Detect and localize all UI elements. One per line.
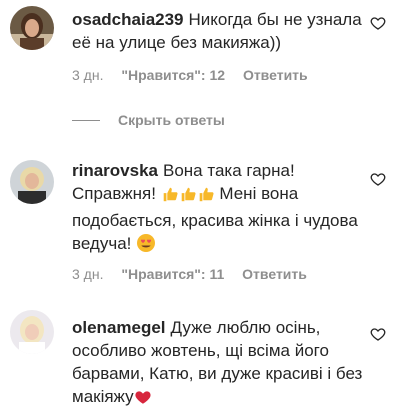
comment-username[interactable]: osadchaia239 [72,10,184,29]
thumbs-up-emoji-icon [197,185,215,209]
comment-text-block: olenamegel Дуже люблю осінь, особливо жов… [72,316,368,412]
like-heart-icon[interactable] [370,171,386,187]
comment-username[interactable]: rinarovska [72,161,158,180]
comment-text-block: osadchaia239 Никогда бы не узнала её на у… [72,8,368,54]
reply-button[interactable]: Ответить [242,266,307,282]
thumbs-up-emoji-icon [161,185,179,209]
heart-eyes-emoji-icon [136,233,156,259]
red-heart-emoji-icon [134,388,152,412]
avatar[interactable] [10,160,54,204]
comment-username[interactable]: olenamegel [72,318,166,337]
comment-time: 3 дн. [72,67,104,83]
comment-likes[interactable]: "Нравится": 12 [121,67,225,83]
hide-replies-label: Скрыть ответы [118,112,225,128]
reply-button[interactable]: Ответить [243,67,308,83]
comment-meta: 3 дн. "Нравится": 11 Ответить [72,266,321,282]
hide-replies-button[interactable]: Скрыть ответы [72,112,225,128]
like-heart-icon[interactable] [370,326,386,342]
avatar[interactable] [10,310,54,354]
like-heart-icon[interactable] [370,15,386,31]
divider-line [72,119,100,121]
comment-meta: 3 дн. "Нравится": 12 Ответить [72,67,322,83]
avatar[interactable] [10,6,54,50]
comment-time: 3 дн. [72,266,104,282]
comment-likes[interactable]: "Нравится": 11 [121,266,224,282]
comment-text-block: rinarovska Вона така гарна! Справжня! Мен… [72,159,368,259]
thumbs-up-emoji-icon [179,185,197,209]
